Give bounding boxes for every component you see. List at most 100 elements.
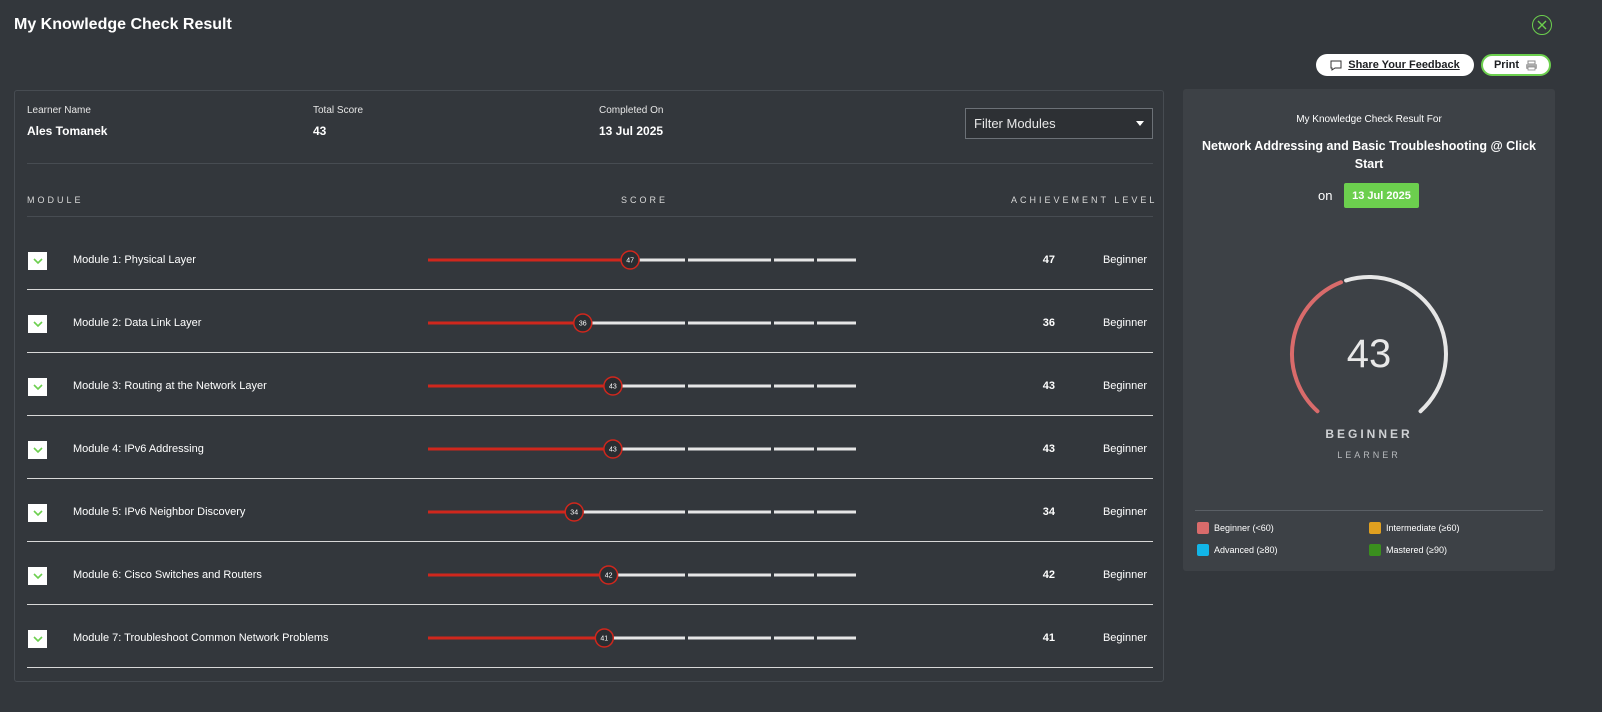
summary-heading: My Knowledge Check Result For (1296, 114, 1442, 125)
chevron-down-icon (32, 635, 43, 642)
expand-toggle-button[interactable] (28, 630, 47, 648)
score-marker-label: 43 (609, 384, 617, 391)
module-score: 43 (1042, 443, 1055, 455)
score-bar: 42 (428, 565, 856, 585)
module-row: Module 5: IPv6 Neighbor Discovery 34 34 … (27, 479, 1153, 542)
gauge-score-value: 43 (1346, 332, 1392, 376)
close-button[interactable] (1532, 15, 1552, 35)
legend-label: Mastered (≥90) (1386, 545, 1447, 555)
expand-toggle-button[interactable] (28, 378, 47, 396)
score-bar: 41 (428, 628, 856, 648)
completion-date-badge: 13 Jul 2025 (1344, 183, 1419, 208)
expand-toggle-button[interactable] (28, 504, 47, 522)
module-score: 47 (1042, 254, 1055, 266)
legend-item: Mastered (≥90) (1369, 544, 1447, 556)
module-score: 36 (1042, 317, 1055, 329)
legend-label: Beginner (<60) (1214, 523, 1274, 533)
course-title: Network Addressing and Basic Troubleshoo… (1201, 139, 1536, 171)
module-score: 43 (1042, 380, 1055, 392)
module-name: Module 7: Troubleshoot Common Network Pr… (73, 632, 329, 644)
caret-down-icon (1136, 121, 1144, 126)
divider (27, 163, 1153, 164)
total-score-info: Total Score 43 (313, 105, 363, 138)
module-name: Module 2: Data Link Layer (73, 317, 202, 329)
expand-toggle-button[interactable] (28, 567, 47, 585)
divider (27, 216, 1153, 217)
completed-on-value: 13 Jul 2025 (599, 124, 664, 138)
module-score: 41 (1042, 632, 1055, 644)
summary-panel: My Knowledge Check Result For Network Ad… (1183, 89, 1555, 571)
module-name: Module 1: Physical Layer (73, 254, 196, 266)
legend-label: Advanced (≥80) (1214, 545, 1278, 555)
module-level: Beginner (1102, 443, 1147, 455)
learner-name-value: Ales Tomanek (27, 124, 108, 138)
share-feedback-button[interactable]: Share Your Feedback (1316, 54, 1474, 76)
module-row: Module 4: IPv6 Addressing 43 43 Beginner (27, 416, 1153, 479)
score-bar: 43 (428, 376, 856, 396)
divider (1195, 510, 1543, 511)
module-row: Module 3: Routing at the Network Layer 4… (27, 353, 1153, 416)
total-score-label: Total Score (313, 105, 364, 116)
module-row: Module 1: Physical Layer 47 47 Beginner (27, 227, 1153, 290)
expand-toggle-button[interactable] (28, 252, 47, 270)
legend-swatch (1197, 522, 1209, 534)
module-level: Beginner (1102, 632, 1147, 644)
chevron-down-icon (32, 257, 43, 264)
column-header-achievement: ACHIEVEMENT LEVEL (1011, 195, 1158, 205)
module-level: Beginner (1102, 380, 1147, 392)
filter-modules-label: Filter Modules (974, 116, 1056, 131)
module-level: Beginner (1102, 506, 1147, 518)
module-row: Module 2: Data Link Layer 36 36 Beginner (27, 290, 1153, 353)
completed-on-label: Completed On (599, 105, 664, 116)
score-marker-label: 36 (579, 321, 587, 328)
module-level: Beginner (1102, 254, 1147, 266)
score-bar: 34 (428, 502, 856, 522)
expand-toggle-button[interactable] (28, 315, 47, 333)
module-name: Module 5: IPv6 Neighbor Discovery (73, 506, 246, 518)
module-row: Module 6: Cisco Switches and Routers 42 … (27, 542, 1153, 605)
legend-swatch (1197, 544, 1209, 556)
legend-item: Intermediate (≥60) (1369, 522, 1459, 534)
score-marker-label: 47 (626, 258, 634, 265)
learner-name-label: Learner Name (27, 105, 91, 116)
module-name: Module 3: Routing at the Network Layer (73, 380, 267, 392)
module-score: 34 (1042, 506, 1055, 518)
module-list: Module 1: Physical Layer 47 47 Beginner … (27, 227, 1153, 668)
module-name: Module 4: IPv6 Addressing (73, 443, 204, 455)
close-icon (1537, 20, 1547, 30)
share-feedback-label: Share Your Feedback (1348, 59, 1460, 71)
score-marker-label: 42 (605, 573, 613, 580)
total-score-value: 43 (313, 124, 327, 138)
completed-on-info: Completed On 13 Jul 2025 (599, 105, 663, 138)
module-level: Beginner (1102, 317, 1147, 329)
filter-modules-select[interactable]: Filter Modules (965, 108, 1153, 139)
on-label: on (1318, 188, 1333, 203)
expand-toggle-button[interactable] (28, 441, 47, 459)
score-marker-label: 34 (570, 510, 578, 517)
score-bar: 36 (428, 313, 856, 333)
learner-info: Learner Name Ales Tomanek (27, 105, 107, 138)
score-marker-label: 43 (609, 447, 617, 454)
achievement-sublevel: LEARNER (1337, 450, 1401, 460)
page-title: My Knowledge Check Result (14, 16, 232, 33)
print-button[interactable]: Print (1481, 54, 1551, 76)
chevron-down-icon (32, 572, 43, 579)
legend-item: Advanced (≥80) (1197, 544, 1277, 556)
printer-icon (1526, 60, 1538, 70)
chevron-down-icon (32, 509, 43, 516)
column-header-module: MODULE (27, 195, 84, 205)
legend-swatch (1369, 522, 1381, 534)
print-label: Print (1493, 59, 1520, 71)
comment-icon (1330, 60, 1342, 71)
legend-item: Beginner (<60) (1197, 522, 1274, 534)
module-score: 42 (1042, 569, 1055, 581)
score-marker-label: 41 (600, 636, 608, 643)
score-bar: 43 (428, 439, 856, 459)
chevron-down-icon (32, 320, 43, 327)
legend-label: Intermediate (≥60) (1386, 523, 1460, 533)
module-row: Module 7: Troubleshoot Common Network Pr… (27, 605, 1153, 668)
chevron-down-icon (32, 383, 43, 390)
chevron-down-icon (32, 446, 43, 453)
score-bar: 47 (428, 250, 856, 270)
module-level: Beginner (1102, 569, 1147, 581)
